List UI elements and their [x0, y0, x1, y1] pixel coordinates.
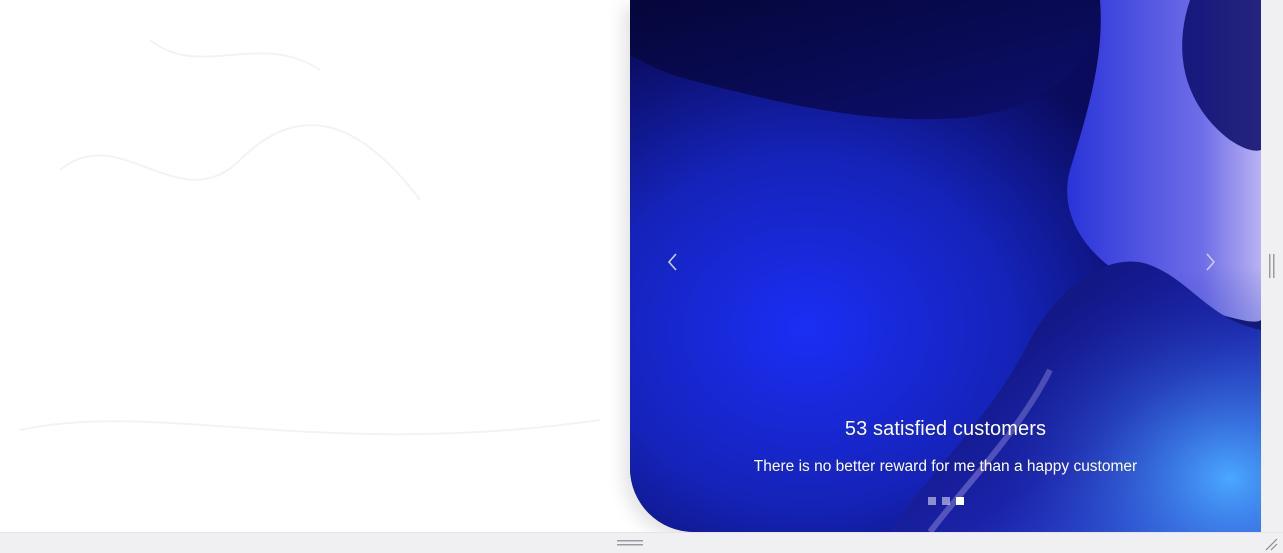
horizontal-resize-bar[interactable] [0, 532, 1283, 553]
slide-indicators [630, 497, 1261, 505]
slide-indicator-2[interactable] [941, 497, 950, 505]
resize-corner-icon[interactable] [1264, 537, 1278, 551]
slide-indicator-1[interactable] [927, 497, 936, 505]
next-slide-button[interactable] [1198, 248, 1222, 276]
carousel-background-art [630, 0, 1261, 532]
slide-title: 53 satisfied customers [844, 418, 1047, 440]
testimonial-carousel: 53 satisfied customers There is no bette… [630, 0, 1261, 532]
chevron-right-icon [1206, 253, 1216, 271]
slide-subtitle: There is no better reward for me than a … [753, 458, 1138, 475]
left-pane [0, 0, 618, 532]
chevron-left-icon [667, 253, 677, 271]
vertical-grip-icon[interactable] [1268, 254, 1276, 278]
slide-indicator-3[interactable] [955, 497, 964, 505]
previous-slide-button[interactable] [661, 248, 685, 276]
horizontal-grip-icon[interactable] [617, 539, 643, 547]
page: 53 satisfied customers There is no bette… [0, 0, 1283, 553]
faint-background-art [19, 39, 601, 436]
vertical-scrollbar[interactable] [1261, 0, 1283, 532]
